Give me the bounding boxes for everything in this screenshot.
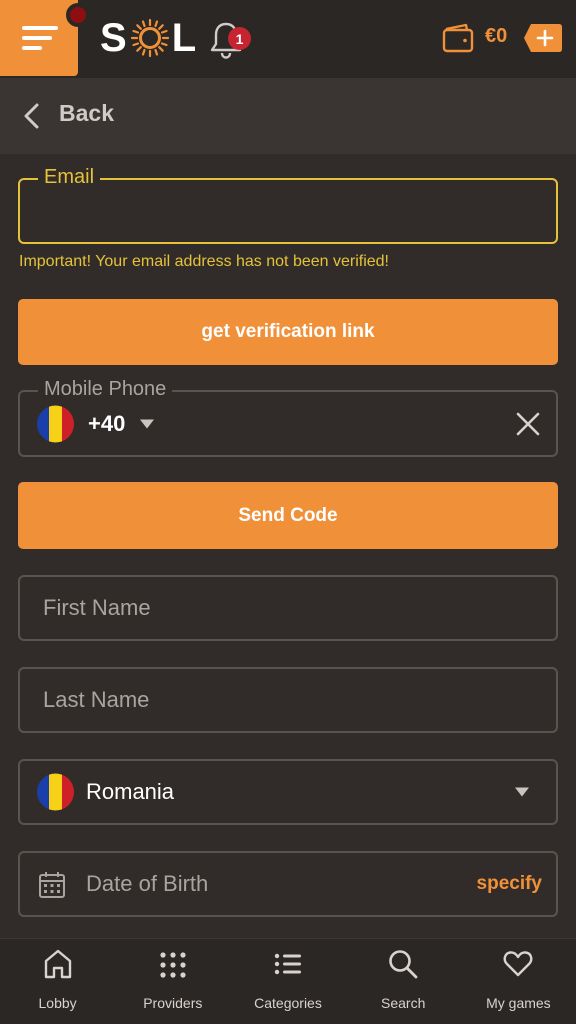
list-icon — [274, 953, 301, 975]
back-button[interactable]: Back — [59, 100, 114, 127]
first-name-placeholder: First Name — [43, 595, 151, 620]
first-name-field[interactable]: First Name — [18, 575, 558, 641]
romania-flag-icon — [37, 405, 74, 442]
country-select[interactable]: Romania — [18, 759, 558, 825]
back-bar[interactable]: Back — [0, 78, 576, 154]
email-field[interactable]: Email — [18, 166, 558, 244]
nav-my-games-label: My games — [486, 995, 551, 1011]
nav-search[interactable]: Search — [346, 939, 461, 1024]
home-icon — [44, 949, 71, 979]
last-name-field[interactable]: Last Name — [18, 667, 558, 733]
send-code-button[interactable]: Send Code — [18, 482, 558, 549]
specify-link[interactable]: specify — [477, 873, 542, 895]
date-of-birth-field[interactable]: Date of Birth specify — [18, 851, 558, 917]
nav-providers[interactable]: Providers — [115, 939, 230, 1024]
grid-icon — [160, 952, 186, 978]
hamburger-icon — [22, 26, 58, 56]
deposit-plus-button[interactable] — [523, 22, 563, 54]
balance-amount[interactable]: €0 — [485, 25, 507, 48]
email-label: Email — [38, 166, 101, 189]
bottom-nav: Lobby Providers Categories Search My gam… — [0, 938, 576, 1024]
clear-icon[interactable] — [516, 412, 540, 436]
email-warning: Important! Your email address has not be… — [19, 253, 389, 270]
chevron-down-icon[interactable] — [515, 787, 529, 797]
country-code-dropdown-icon[interactable] — [140, 419, 154, 428]
notification-badge: 1 — [228, 27, 251, 50]
menu-notification-dot — [66, 3, 90, 27]
mobile-phone-label: Mobile Phone — [38, 378, 173, 401]
nav-categories-label: Categories — [254, 995, 322, 1011]
country-code[interactable]: +40 — [88, 411, 125, 437]
nav-search-label: Search — [381, 995, 426, 1011]
nav-lobby[interactable]: Lobby — [0, 939, 115, 1024]
wallet-icon[interactable] — [442, 23, 474, 53]
date-of-birth-placeholder: Date of Birth — [86, 871, 209, 896]
sun-icon — [130, 18, 169, 58]
search-icon — [389, 950, 418, 979]
calendar-icon — [39, 872, 65, 898]
nav-lobby-label: Lobby — [38, 995, 77, 1011]
logo-letter-l: L — [171, 15, 198, 60]
country-value[interactable]: Romania — [86, 779, 174, 805]
romania-flag-icon — [37, 773, 74, 811]
last-name-placeholder: Last Name — [43, 687, 150, 712]
heart-icon — [503, 951, 533, 977]
logo[interactable]: S L — [100, 15, 198, 60]
top-bar: S L 1 €0 — [0, 0, 576, 78]
nav-my-games[interactable]: My games — [461, 939, 576, 1024]
nav-categories[interactable]: Categories — [230, 939, 345, 1024]
mobile-phone-field[interactable]: Mobile Phone +40 — [18, 378, 558, 457]
logo-letter-s: S — [100, 15, 128, 60]
chevron-left-icon[interactable] — [22, 103, 40, 129]
nav-providers-label: Providers — [143, 995, 203, 1011]
get-verification-link-button[interactable]: get verification link — [18, 299, 558, 365]
